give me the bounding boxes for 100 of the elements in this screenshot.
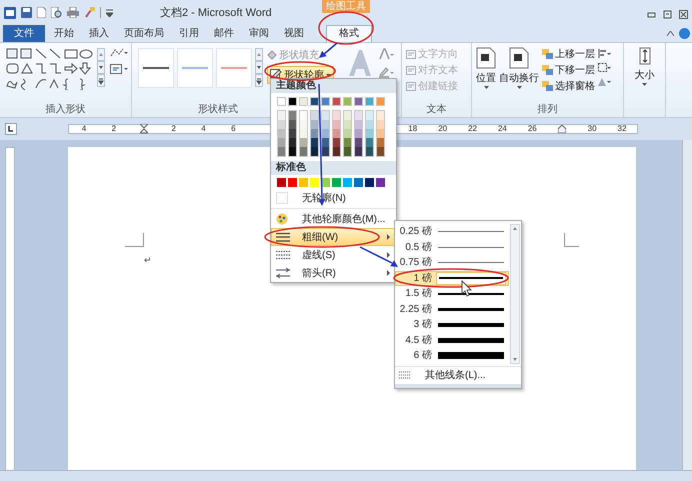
- menu-item[interactable]: 其他轮廓颜色(M)...: [271, 210, 396, 228]
- color-swatch[interactable]: [322, 129, 329, 138]
- color-swatch[interactable]: [289, 147, 296, 156]
- color-swatch[interactable]: [355, 138, 362, 147]
- scroll-down-icon[interactable]: [97, 61, 105, 74]
- gallery-more-icon[interactable]: [255, 74, 263, 87]
- ribbon-tab[interactable]: 视图: [278, 25, 310, 42]
- text-box-icon[interactable]: [110, 64, 128, 74]
- color-swatch[interactable]: [278, 120, 285, 129]
- color-swatch[interactable]: [333, 111, 340, 120]
- minimize-icon[interactable]: [647, 10, 656, 19]
- color-swatch[interactable]: [344, 120, 351, 129]
- ribbon-tab[interactable]: 文件: [3, 25, 45, 42]
- size-button[interactable]: 大小: [624, 43, 665, 99]
- restore-icon[interactable]: [663, 10, 672, 19]
- color-swatch[interactable]: [277, 97, 286, 106]
- scroll-down-icon[interactable]: [255, 61, 263, 74]
- line-weight-option[interactable]: 6 磅: [395, 348, 509, 364]
- color-swatch[interactable]: [311, 138, 318, 147]
- color-swatch[interactable]: [278, 111, 285, 120]
- ribbon-tab[interactable]: 邮件: [208, 25, 240, 42]
- ribbon-tab[interactable]: 审阅: [243, 25, 275, 42]
- color-swatch[interactable]: [377, 129, 384, 138]
- line-weight-option[interactable]: 4.5 磅: [395, 332, 509, 348]
- line-weight-option[interactable]: 1.5 磅: [395, 286, 509, 302]
- color-swatch[interactable]: [289, 120, 296, 129]
- color-swatch[interactable]: [344, 129, 351, 138]
- menu-item[interactable]: 虚线(S): [271, 246, 396, 264]
- color-swatch[interactable]: [366, 147, 373, 156]
- help-icon[interactable]: [679, 28, 690, 39]
- color-swatch[interactable]: [278, 138, 285, 147]
- color-swatch[interactable]: [333, 147, 340, 156]
- color-swatch[interactable]: [322, 120, 329, 129]
- color-swatch[interactable]: [376, 97, 385, 106]
- color-swatch[interactable]: [355, 147, 362, 156]
- indent-marker-icon[interactable]: [140, 124, 148, 134]
- close-icon[interactable]: [679, 10, 688, 19]
- save-icon[interactable]: [21, 7, 32, 18]
- word-logo-icon[interactable]: [4, 6, 16, 18]
- color-swatch[interactable]: [366, 111, 373, 120]
- color-swatch[interactable]: [377, 147, 384, 156]
- color-swatch[interactable]: [289, 111, 296, 120]
- line-weight-option[interactable]: 0.75 磅: [395, 255, 509, 270]
- scroll-up-icon[interactable]: [511, 225, 519, 233]
- color-swatch[interactable]: [355, 120, 362, 129]
- color-swatch[interactable]: [344, 111, 351, 120]
- arrange-command[interactable]: 下移一层: [542, 63, 595, 77]
- color-swatch[interactable]: [321, 97, 330, 106]
- menu-item[interactable]: 箭头(R): [271, 264, 396, 282]
- color-swatch[interactable]: [332, 178, 341, 187]
- arrange-command[interactable]: 上移一层: [542, 47, 595, 61]
- color-swatch[interactable]: [343, 178, 352, 187]
- color-swatch[interactable]: [377, 120, 384, 129]
- ribbon-tab[interactable]: 插入: [83, 25, 115, 42]
- color-swatch[interactable]: [300, 129, 307, 138]
- color-swatch[interactable]: [355, 129, 362, 138]
- color-swatch[interactable]: [365, 97, 374, 106]
- color-swatch[interactable]: [311, 120, 318, 129]
- color-swatch[interactable]: [289, 129, 296, 138]
- right-indent-marker-icon[interactable]: [558, 125, 566, 133]
- vertical-scrollbar[interactable]: [682, 140, 692, 470]
- color-swatch[interactable]: [288, 97, 297, 106]
- arrange-large-button[interactable]: 位置: [476, 47, 496, 97]
- ribbon-tab[interactable]: 引用: [173, 25, 205, 42]
- color-swatch[interactable]: [354, 178, 363, 187]
- new-document-icon[interactable]: [37, 7, 46, 18]
- color-swatch[interactable]: [344, 138, 351, 147]
- color-swatch[interactable]: [377, 138, 384, 147]
- color-swatch[interactable]: [355, 111, 362, 120]
- color-swatch[interactable]: [289, 138, 296, 147]
- wordart-style-icon[interactable]: [347, 48, 373, 78]
- tab-selector-icon[interactable]: [5, 123, 17, 135]
- submenu-scrollbar[interactable]: [510, 224, 520, 364]
- color-swatch[interactable]: [333, 129, 340, 138]
- printer-icon[interactable]: [67, 7, 79, 18]
- text-outline-icon[interactable]: [379, 66, 395, 78]
- ribbon-tab[interactable]: 格式: [326, 25, 372, 42]
- arrange-command[interactable]: 选择窗格: [542, 79, 595, 93]
- color-swatch[interactable]: [354, 97, 363, 106]
- color-swatch[interactable]: [311, 129, 318, 138]
- color-swatch[interactable]: [311, 147, 318, 156]
- print-preview-icon[interactable]: [51, 7, 62, 18]
- color-swatch[interactable]: [311, 111, 318, 120]
- color-swatch[interactable]: [333, 138, 340, 147]
- color-swatch[interactable]: [365, 178, 374, 187]
- color-swatch[interactable]: [322, 111, 329, 120]
- ribbon-tab[interactable]: 开始: [48, 25, 80, 42]
- color-swatch[interactable]: [376, 178, 385, 187]
- color-swatch[interactable]: [366, 120, 373, 129]
- color-swatch[interactable]: [277, 178, 286, 187]
- color-swatch[interactable]: [332, 97, 341, 106]
- color-swatch[interactable]: [300, 147, 307, 156]
- color-swatch[interactable]: [299, 97, 308, 106]
- color-swatch[interactable]: [343, 97, 352, 106]
- color-swatch[interactable]: [310, 97, 319, 106]
- color-swatch[interactable]: [299, 178, 308, 187]
- edit-shape-icon[interactable]: [110, 48, 128, 58]
- resize-grip[interactable]: [395, 384, 521, 388]
- color-swatch[interactable]: [344, 147, 351, 156]
- color-swatch[interactable]: [377, 111, 384, 120]
